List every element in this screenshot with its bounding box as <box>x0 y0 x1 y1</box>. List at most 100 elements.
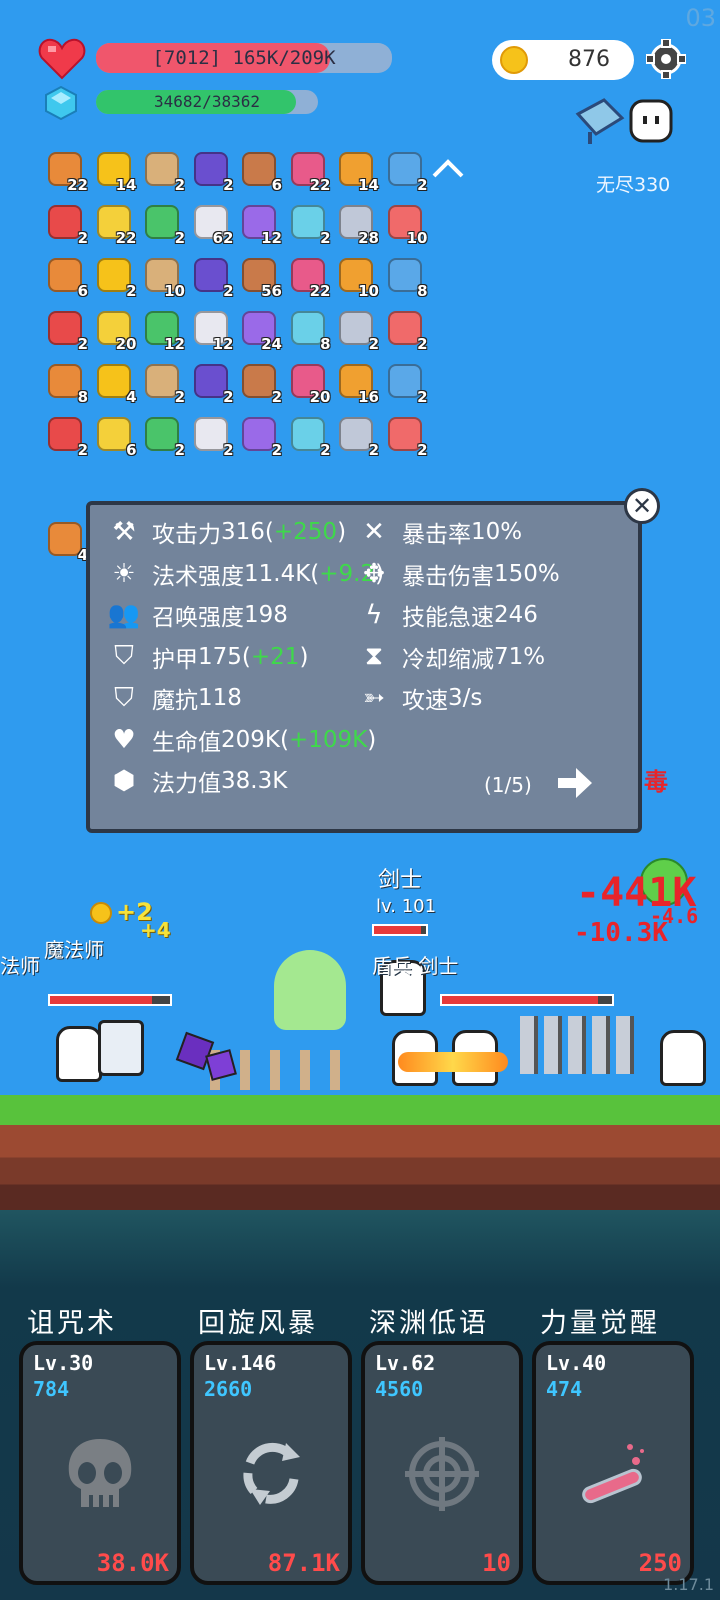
inventory-item[interactable]: 10 <box>141 256 185 300</box>
flag-icon[interactable] <box>574 96 626 146</box>
item-count: 2 <box>223 388 234 406</box>
item-count: 2 <box>77 229 88 247</box>
coin-pop-icon <box>90 902 112 924</box>
inventory-item[interactable]: 14 <box>335 150 379 194</box>
inventory-item[interactable]: 22 <box>44 150 88 194</box>
settings-gear-icon[interactable] <box>645 38 687 80</box>
inventory-item[interactable]: 2 <box>190 362 234 406</box>
collapse-chevron-up-icon[interactable] <box>430 156 466 180</box>
cyclone-icon <box>230 1433 312 1515</box>
inventory-item[interactable]: 10 <box>384 203 428 247</box>
inventory-item[interactable]: 2 <box>93 256 137 300</box>
version-label: 1.17.1 <box>663 1575 714 1594</box>
inventory-item[interactable]: 20 <box>93 309 137 353</box>
inventory-item[interactable]: 2 <box>287 415 331 459</box>
inventory-item[interactable]: 2 <box>238 415 282 459</box>
item-count: 6 <box>271 176 282 194</box>
inventory-item[interactable]: 2 <box>190 256 234 300</box>
burst-icon: ✥ <box>363 558 385 589</box>
stat-left-0: ⚒ 攻击力 316(+250) <box>108 515 346 549</box>
inventory-item[interactable]: 2 <box>384 309 428 353</box>
item-count: 2 <box>417 176 428 194</box>
skill-level: Lv.40 <box>546 1351 607 1375</box>
item-count: 20 <box>115 335 137 353</box>
item-count: 2 <box>368 441 379 459</box>
next-page-arrow-icon[interactable] <box>554 765 594 801</box>
item-count: 12 <box>261 229 282 247</box>
inventory-item[interactable]: 12 <box>238 203 282 247</box>
coin-icon <box>500 46 528 74</box>
inventory-item[interactable]: 10 <box>335 256 379 300</box>
inventory-item[interactable]: 2 <box>384 415 428 459</box>
ghost-icon[interactable] <box>628 98 674 144</box>
axe-icon: ⚒ <box>112 517 136 547</box>
inventory-item[interactable]: 8 <box>287 309 331 353</box>
inventory-item[interactable]: 2 <box>141 415 185 459</box>
skill-card[interactable]: Lv.146 2660 87.1K <box>190 1341 352 1585</box>
inventory-item[interactable]: 56 <box>238 256 282 300</box>
inventory-item[interactable]: 6 <box>93 415 137 459</box>
inventory-item[interactable]: 2 <box>190 415 234 459</box>
inventory-item[interactable]: 8 <box>44 362 88 406</box>
crossed-swords-icon: ✕ <box>363 517 385 547</box>
inventory-item[interactable]: 12 <box>141 309 185 353</box>
stat-right-3: ⧗ 冷却缩减 71% <box>358 640 545 674</box>
skill-card[interactable]: Lv.30 784 38.0K <box>19 1341 181 1585</box>
inventory-item[interactable]: 2 <box>335 309 379 353</box>
inventory-item[interactable]: 28 <box>335 203 379 247</box>
right-hp-bar <box>440 994 614 1006</box>
page-indicator: (1/5) <box>484 773 532 797</box>
inventory-item[interactable]: 4 <box>44 520 88 564</box>
inventory-item[interactable]: 2 <box>44 415 88 459</box>
inventory-item[interactable]: 22 <box>287 256 331 300</box>
inventory-item[interactable]: 2 <box>141 203 185 247</box>
inventory-item[interactable]: 2 <box>44 309 88 353</box>
stat-value: 11.4K <box>244 560 311 587</box>
inventory-item[interactable]: 20 <box>287 362 331 406</box>
right-unit-names: 盾兵 剑士 <box>372 954 459 978</box>
inventory-item[interactable]: 14 <box>93 150 137 194</box>
inventory-item[interactable]: 12 <box>190 309 234 353</box>
damage-small: -4.6 <box>650 904 699 928</box>
sun-icon: ☀ <box>112 558 136 589</box>
item-count: 2 <box>77 441 88 459</box>
inventory-item[interactable]: 24 <box>238 309 282 353</box>
inventory-item[interactable]: 2 <box>238 362 282 406</box>
inventory-item[interactable]: 22 <box>93 203 137 247</box>
stat-value: 175 <box>198 643 242 670</box>
inventory-item[interactable]: 2 <box>141 362 185 406</box>
inventory-item[interactable]: 2 <box>384 150 428 194</box>
inventory-item[interactable]: 2 <box>384 362 428 406</box>
item-count: 14 <box>358 176 379 194</box>
inventory-item[interactable]: 2 <box>287 203 331 247</box>
inventory-item[interactable]: 4 <box>93 362 137 406</box>
inventory-item[interactable]: 6 <box>238 150 282 194</box>
item-count: 2 <box>417 388 428 406</box>
item-count: 28 <box>358 229 379 247</box>
item-count: 22 <box>115 229 137 247</box>
stat-value: 150% <box>494 560 560 587</box>
inventory-item[interactable]: 8 <box>384 256 428 300</box>
inventory-item[interactable]: 16 <box>335 362 379 406</box>
skill-card[interactable]: Lv.40 474 250 <box>532 1341 694 1585</box>
skill-name: 诅咒术 <box>27 1308 117 1339</box>
close-icon[interactable]: ✕ <box>624 488 660 524</box>
inventory-item[interactable]: 22 <box>287 150 331 194</box>
item-count: 22 <box>309 282 331 300</box>
heart-icon <box>38 36 86 80</box>
inventory-item[interactable]: 2 <box>141 150 185 194</box>
skill-cost: 784 <box>33 1377 70 1401</box>
stat-label: 法力值 <box>152 771 221 797</box>
stat-left-2: 👥 召唤强度 198 <box>108 598 288 632</box>
item-count: 6 <box>77 282 88 300</box>
skill-card[interactable]: Lv.62 4560 10 <box>361 1341 523 1585</box>
bow-icon: ➳ <box>363 683 385 713</box>
inventory-item[interactable]: 62 <box>190 203 234 247</box>
corner-time: 03 <box>685 4 716 32</box>
inventory-item[interactable]: 2 <box>44 203 88 247</box>
inventory-item[interactable]: 2 <box>335 415 379 459</box>
inventory-item[interactable]: 6 <box>44 256 88 300</box>
grass <box>0 1095 720 1125</box>
inventory-item[interactable]: 2 <box>190 150 234 194</box>
stat-left-3: ⛉ 护甲 175(+21) <box>108 640 308 674</box>
